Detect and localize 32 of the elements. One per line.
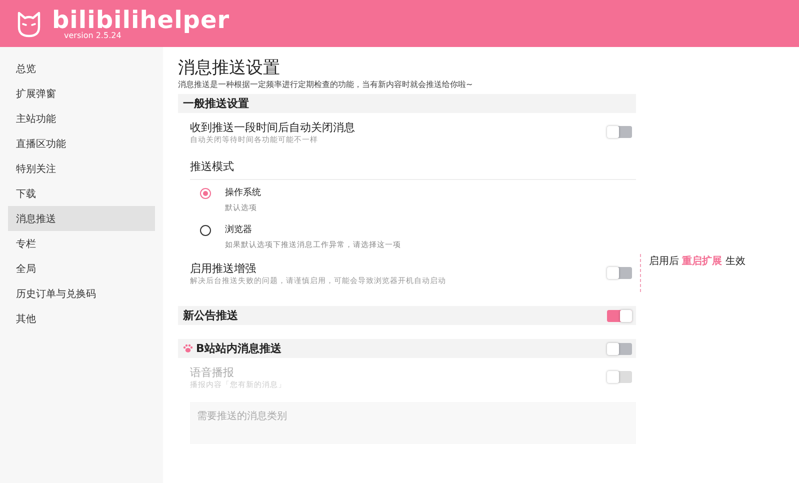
section-title: 一般推送设置 (183, 96, 249, 111)
section-title: 新公告推送 (183, 308, 238, 323)
toggle-switch[interactable] (607, 342, 632, 354)
radio-button[interactable] (200, 225, 211, 236)
logo-text: bilibilihelper (52, 8, 230, 32)
hint-text: 启用后 重启扩展 生效 (640, 254, 746, 292)
sidebar-item[interactable]: 其他 (8, 306, 155, 331)
sidebar-item[interactable]: 特别关注 (8, 156, 155, 181)
sidebar-item[interactable]: 直播区功能 (8, 131, 155, 156)
setting-title: 启用推送增强 (190, 260, 257, 276)
setting-title: 语音播报 (190, 364, 235, 380)
sidebar-item[interactable]: 总览 (8, 56, 155, 81)
section-title: B站站内消息推送 (196, 341, 282, 356)
version-text: version 2.5.24 (64, 32, 122, 40)
sidebar-item[interactable]: 消息推送 (8, 206, 155, 231)
page-description: 消息推送是一种根据一定频率进行定期检查的功能，当有新内容时就会推送给你啦~ (178, 79, 474, 90)
option-label: 操作系统 (225, 186, 261, 199)
sidebar-item[interactable]: 全局 (8, 256, 155, 281)
sidebar-item[interactable]: 主站功能 (8, 106, 155, 131)
sidebar-item[interactable]: 扩展弹窗 (8, 81, 155, 106)
toggle-switch[interactable] (607, 267, 632, 279)
sidebar-item[interactable]: 历史订单与兑换码 (8, 281, 155, 306)
group-heading: 推送模式 (190, 153, 636, 180)
radio-button[interactable] (200, 188, 211, 199)
toggle-switch[interactable] (607, 310, 632, 322)
toggle-switch[interactable] (607, 126, 632, 138)
setting-title: 收到推送一段时间后自动关闭消息 (190, 120, 355, 134)
paw-icon (183, 344, 193, 353)
sidebar-item[interactable]: 下载 (8, 181, 155, 206)
page-title: 消息推送设置 (178, 57, 281, 79)
option-label: 浏览器 (225, 224, 253, 236)
sidebar-item[interactable]: 专栏 (8, 231, 155, 256)
